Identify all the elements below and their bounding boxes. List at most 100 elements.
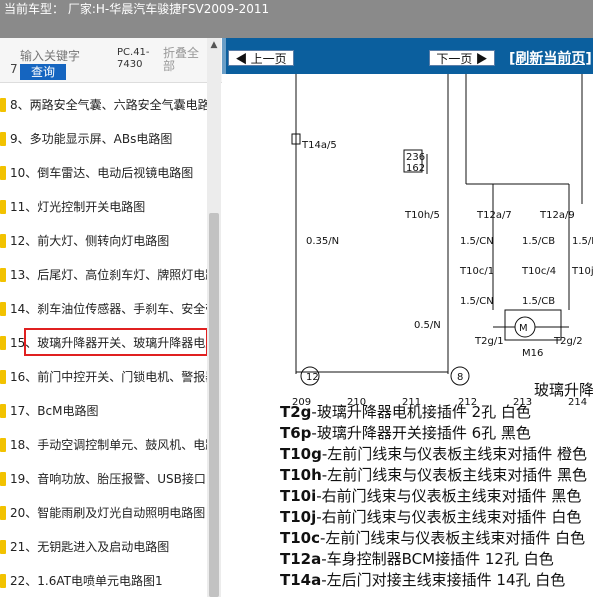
list-item[interactable]: 18、手动空调控制单元、鼓风机、电路图 <box>0 428 208 462</box>
connector-label: T12a/9 <box>539 210 575 221</box>
next-page-button[interactable]: 下一页 ▶ <box>429 50 495 66</box>
document-icon <box>0 200 6 214</box>
list-item-label: 13、后尾灯、高位刹车灯、牌照灯电路图 <box>10 268 208 282</box>
list-item[interactable]: 10、倒车雷达、电动后视镜电路图 <box>0 156 208 190</box>
list-item-label: 18、手动空调控制单元、鼓风机、电路图 <box>10 438 208 452</box>
document-icon <box>0 574 6 588</box>
legend-row: T10g-左前门线束与仪表板主线束对插件 橙色 <box>280 444 593 465</box>
pc-label: PC.41-7430 <box>117 47 150 70</box>
wire-label: 0.5/N <box>414 320 441 331</box>
document-icon <box>0 540 6 554</box>
wire-label: 1.5/CN <box>460 296 494 307</box>
list-item[interactable]: 11、灯光控制开关电路图 <box>0 190 208 224</box>
document-icon <box>0 98 6 112</box>
motor-box <box>504 309 562 341</box>
ground-label: 8 <box>457 372 463 383</box>
legend-code: T10j <box>280 508 317 526</box>
legend-code: T12a <box>280 550 322 568</box>
current-model-label: 当前车型： <box>4 2 65 16</box>
legend-row: T12a-车身控制器BCM接插件 12孔 白色 <box>280 549 593 570</box>
legend-text: -左前门线束与仪表板主线束对插件 橙色 <box>321 445 588 463</box>
document-icon <box>0 132 6 146</box>
list-item[interactable]: 9、多功能显示屏、ABs电路图 <box>0 122 208 156</box>
legend-row: T14a-左后门对接主线束接插件 14孔 白色 <box>280 570 593 591</box>
connector-label: 236 <box>406 152 425 163</box>
legend-text: -左前门线束与仪表板主线束对插件 黑色 <box>321 466 587 484</box>
connector-legend: T2g-玻璃升降器电机接插件 2孔 白色 T6p-玻璃升降器开关接插件 6孔 黑… <box>280 402 593 591</box>
legend-code: T10h <box>280 466 322 484</box>
legend-code: T10i <box>280 487 317 505</box>
fold-all-link[interactable]: 折叠全部 <box>163 47 203 73</box>
list-item[interactable]: 12、前大灯、侧转向灯电路图 <box>0 224 208 258</box>
search-input[interactable] <box>20 48 110 64</box>
legend-text: -右前门线束与仪表板主线束对插件 黑色 <box>316 487 582 505</box>
list-item-label: 9、多功能显示屏、ABs电路图 <box>10 132 173 146</box>
list-item[interactable]: 19、音响功放、胎压报警、USB接口电路图 <box>0 462 208 496</box>
legend-text: -右前门线束与仪表板主线束对插件 白色 <box>316 508 582 526</box>
peek-item-number: 7 <box>10 62 18 76</box>
refresh-page-link[interactable]: [刷新当前页] <box>509 48 592 68</box>
document-icon <box>0 268 6 282</box>
list-item-label: 12、前大灯、侧转向灯电路图 <box>10 234 170 248</box>
legend-text: -玻璃升降器开关接插件 6孔 黑色 <box>311 424 531 442</box>
connector-label: T14a/5 <box>301 140 337 151</box>
motor-label: M16 <box>522 348 543 359</box>
list-item[interactable]: 22、1.6AT电喷单元电路图1 <box>0 564 208 597</box>
wiring-diagram: T14a/5 236 162 T10h/5 T12a/7 T12a/9 T10c… <box>291 74 593 408</box>
list-item[interactable]: 8、两路安全气囊、六路安全气囊电路图 <box>0 88 208 122</box>
diagram-list: 8、两路安全气囊、六路安全气囊电路图 9、多功能显示屏、ABs电路图 10、倒车… <box>0 88 208 597</box>
list-item[interactable]: 17、BcM电路图 <box>0 394 208 428</box>
right-pane: ◀ 上一页 下一页 ▶ [刷新当前页] T14a/5 236 162 T10h/… <box>222 38 593 597</box>
wire-label: 1.5/CB <box>522 236 555 247</box>
legend-code: T10g <box>280 445 322 463</box>
list-item-label: 19、音响功放、胎压报警、USB接口电路图 <box>10 472 208 486</box>
legend-code: T6p <box>280 424 312 442</box>
motor-symbol: M <box>519 323 528 334</box>
legend-code: T2g <box>280 403 312 421</box>
list-item[interactable]: 16、前门中控开关、门锁电机、警报器电路图 <box>0 360 208 394</box>
list-item[interactable]: 21、无钥匙进入及启动电路图 <box>0 530 208 564</box>
search-row: 7 查询 PC.41-7430 折叠全部 <box>0 38 222 83</box>
prev-page-label: 上一页 <box>250 52 287 66</box>
document-icon <box>0 302 6 316</box>
legend-row: T6p-玻璃升降器开关接插件 6孔 黑色 <box>280 423 593 444</box>
legend-row: T10i-右前门线束与仪表板主线束对插件 黑色 <box>280 486 593 507</box>
highlight-frame <box>24 328 208 356</box>
next-page-label: 下一页 <box>436 52 473 66</box>
connector-label: T12a/7 <box>476 210 512 221</box>
document-icon <box>0 336 6 350</box>
left-pane: 7 查询 PC.41-7430 折叠全部 8、两路安全气囊、六路安全气囊电路图 … <box>0 38 223 597</box>
document-icon <box>0 506 6 520</box>
list-item[interactable]: 20、智能雨刷及灯光自动照明电路图 <box>0 496 208 530</box>
search-button[interactable]: 查询 <box>20 64 66 80</box>
wire-label: 1.5/CB <box>522 296 555 307</box>
list-item-selected[interactable]: 15、玻璃升降器开关、玻璃升降器电路图 <box>0 326 208 360</box>
connector-label: T2g/2 <box>553 336 583 347</box>
list-item[interactable]: 14、刹车油位传感器、手刹车、安全带电路图 <box>0 292 208 326</box>
current-model-value: 厂家:H-华晨汽车骏捷FSV2009-2011 <box>67 2 270 16</box>
next-arrow-icon: ▶ <box>475 52 488 66</box>
connector-label: T10c/4 <box>521 266 556 277</box>
prev-arrow-icon: ◀ <box>235 52 248 66</box>
legend-code: T10c <box>280 529 320 547</box>
list-item-label: 10、倒车雷达、电动后视镜电路图 <box>10 166 194 180</box>
document-icon <box>0 438 6 452</box>
legend-text: -玻璃升降器电机接插件 2孔 白色 <box>311 403 531 421</box>
legend-code: T14a <box>280 571 322 589</box>
top-bar: 当前车型： 厂家:H-华晨汽车骏捷FSV2009-2011 <box>0 0 593 38</box>
legend-text: -车身控制器BCM接插件 12孔 白色 <box>321 550 554 568</box>
list-item-label: 11、灯光控制开关电路图 <box>10 200 146 214</box>
section-title: 玻璃升降 <box>534 381 593 399</box>
document-icon <box>0 472 6 486</box>
document-icon <box>0 166 6 180</box>
connector-label: T10j <box>571 266 593 277</box>
scrollbar-thumb[interactable] <box>209 213 219 597</box>
legend-row: T10h-左前门线束与仪表板主线束对插件 黑色 <box>280 465 593 486</box>
list-item[interactable]: 13、后尾灯、高位刹车灯、牌照灯电路图 <box>0 258 208 292</box>
legend-row: T2g-玻璃升降器电机接插件 2孔 白色 <box>280 402 593 423</box>
legend-row: T10c-左前门线束与仪表板主线束对插件 白色 <box>280 528 593 549</box>
prev-page-button[interactable]: ◀ 上一页 <box>228 50 294 66</box>
connector-label: T2g/1 <box>474 336 504 347</box>
scroll-up-arrow-icon[interactable]: ▲ <box>207 38 221 52</box>
list-item-label: 8、两路安全气囊、六路安全气囊电路图 <box>10 98 208 112</box>
